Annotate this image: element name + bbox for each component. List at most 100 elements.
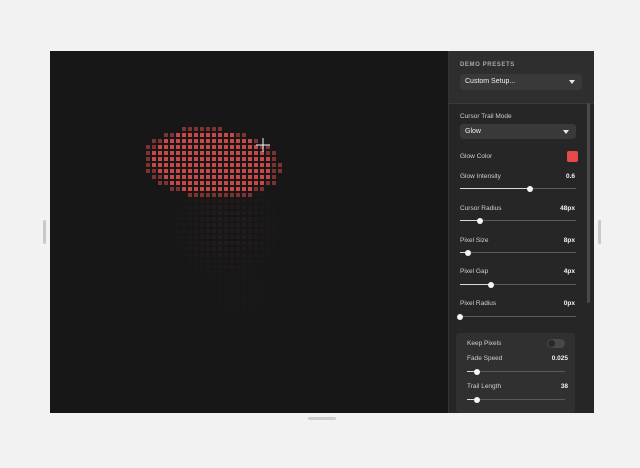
- pixel-radius-slider[interactable]: [457, 313, 576, 320]
- trail-pixel: [212, 259, 216, 263]
- trail-pixel: [242, 205, 246, 209]
- trail-pixel: [212, 181, 216, 185]
- trail-pixel: [254, 235, 258, 239]
- preset-dropdown[interactable]: Custom Setup...: [460, 74, 582, 90]
- trail-pixel: [212, 241, 216, 245]
- trail-pixel: [248, 289, 252, 293]
- trail-pixel: [224, 151, 228, 155]
- trail-pixel: [218, 133, 222, 137]
- trail-pixel: [248, 283, 252, 287]
- cursor-radius-thumb[interactable]: [476, 217, 483, 224]
- demo-window: DEMO PRESETS Custom Setup... Cursor Trai…: [50, 51, 594, 413]
- trail-pixel: [224, 145, 228, 149]
- trail-pixel: [230, 223, 234, 227]
- trail-pixel: [224, 283, 228, 287]
- trail-pixel: [224, 307, 228, 311]
- trail-pixel: [212, 133, 216, 137]
- left-resize-handle[interactable]: [43, 220, 46, 244]
- trail-length-slider[interactable]: [467, 396, 565, 403]
- pixel-size-value: 8px: [563, 237, 575, 244]
- trail-pixel: [212, 229, 216, 233]
- trail-pixel: [164, 151, 168, 155]
- trail-pixel: [224, 277, 228, 281]
- pixel-size-slider[interactable]: [460, 249, 576, 256]
- glow-color-swatch[interactable]: [567, 151, 578, 162]
- fade-speed-slider[interactable]: [467, 368, 565, 375]
- trail-pixel: [266, 241, 270, 245]
- trail-pixel: [248, 301, 252, 305]
- trail-pixel: [182, 229, 186, 233]
- trail-pixel: [218, 151, 222, 155]
- trail-pixel: [206, 277, 210, 281]
- trail-pixel: [248, 145, 252, 149]
- trail-pixel: [206, 223, 210, 227]
- trail-pixel: [182, 235, 186, 239]
- pixel-size-thumb[interactable]: [465, 249, 472, 256]
- trail-pixel: [200, 217, 204, 221]
- trail-pixel: [272, 235, 276, 239]
- trail-pixel: [230, 211, 234, 215]
- trail-pixel: [218, 187, 222, 191]
- trail-pixel: [182, 169, 186, 173]
- trail-pixel: [194, 169, 198, 173]
- trail-pixel: [266, 199, 270, 203]
- pixel-gap-slider[interactable]: [460, 281, 576, 288]
- trail-pixel: [266, 283, 270, 287]
- trail-pixel: [236, 193, 240, 197]
- trail-pixel: [212, 217, 216, 221]
- trail-pixel: [200, 211, 204, 215]
- trail-pixel: [206, 259, 210, 263]
- trail-pixel: [248, 193, 252, 197]
- trail-pixel: [218, 265, 222, 269]
- trail-pixel: [188, 133, 192, 137]
- trail-pixel: [206, 217, 210, 221]
- trail-pixel: [212, 271, 216, 275]
- trail-pixel: [254, 277, 258, 281]
- right-resize-handle[interactable]: [598, 220, 601, 244]
- trail-pixel: [218, 205, 222, 209]
- trail-pixel: [248, 229, 252, 233]
- pixel-trail-canvas[interactable]: [50, 51, 448, 413]
- glow-intensity-slider[interactable]: [460, 185, 576, 192]
- trail-pixel: [236, 247, 240, 251]
- trail-pixel: [260, 205, 264, 209]
- pixel-gap-thumb[interactable]: [488, 281, 495, 288]
- trail-pixel: [266, 175, 270, 179]
- trail-pixel: [278, 295, 282, 299]
- trail-pixel: [254, 169, 258, 173]
- trail-pixel: [224, 289, 228, 293]
- trail-length-thumb[interactable]: [473, 396, 480, 403]
- trail-pixel: [218, 235, 222, 239]
- pixel-radius-thumb[interactable]: [457, 313, 463, 320]
- trail-pixel: [266, 229, 270, 233]
- trail-pixel: [188, 229, 192, 233]
- trail-pixel: [188, 193, 192, 197]
- trail-pixel: [260, 145, 264, 149]
- trail-pixel: [194, 271, 198, 275]
- trail-pixel: [272, 217, 276, 221]
- trail-pixel: [248, 217, 252, 221]
- cursor-radius-slider[interactable]: [460, 217, 576, 224]
- bottom-resize-handle[interactable]: [308, 417, 336, 420]
- trail-pixel: [242, 247, 246, 251]
- keep-pixels-toggle[interactable]: [547, 339, 565, 348]
- trail-pixel: [224, 199, 228, 203]
- trail-pixel: [152, 163, 156, 167]
- trail-pixel: [242, 265, 246, 269]
- trail-pixel: [260, 319, 264, 323]
- trail-pixel: [254, 247, 258, 251]
- trail-pixel: [242, 307, 246, 311]
- trail-pixel: [254, 313, 258, 317]
- glow-intensity-thumb[interactable]: [526, 185, 533, 192]
- trail-pixel: [248, 235, 252, 239]
- trail-pixel: [230, 289, 234, 293]
- trail-pixel: [218, 283, 222, 287]
- trail-mode-dropdown[interactable]: Glow: [460, 124, 576, 139]
- trail-pixel: [272, 181, 276, 185]
- fade-speed-thumb[interactable]: [473, 368, 480, 375]
- trail-pixel: [224, 313, 228, 317]
- trail-pixel: [200, 265, 204, 269]
- trail-pixel: [260, 265, 264, 269]
- trail-pixel: [230, 325, 234, 329]
- panel-scrollbar[interactable]: [587, 103, 590, 303]
